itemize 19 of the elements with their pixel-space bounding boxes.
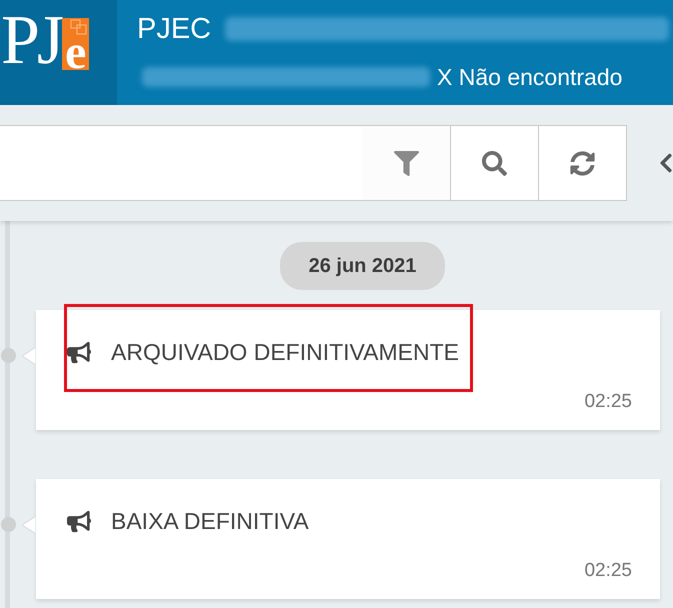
logo-text: PJ bbox=[1, 6, 62, 76]
refresh-icon bbox=[570, 150, 595, 176]
search-field[interactable] bbox=[0, 125, 362, 201]
search-button[interactable] bbox=[450, 125, 538, 201]
event-time: 02:25 bbox=[584, 560, 632, 582]
refresh-button[interactable] bbox=[538, 125, 627, 201]
logo-letter: e bbox=[64, 36, 88, 70]
event-title: ARQUIVADO DEFINITIVAMENTE bbox=[111, 338, 460, 366]
megaphone-icon bbox=[67, 340, 91, 364]
event-time: 02:25 bbox=[584, 391, 632, 413]
status-text: X Não encontrado bbox=[437, 63, 622, 91]
search-icon bbox=[482, 150, 507, 176]
filter-icon bbox=[394, 150, 418, 176]
collapse-chevron-icon[interactable] bbox=[659, 152, 673, 174]
filter-button[interactable] bbox=[362, 125, 450, 201]
date-separator: 26 jun 2021 bbox=[280, 242, 445, 290]
event-title: BAIXA DEFINITIVA bbox=[111, 507, 309, 535]
app-title: PJEC bbox=[137, 12, 212, 46]
megaphone-icon bbox=[67, 510, 91, 532]
